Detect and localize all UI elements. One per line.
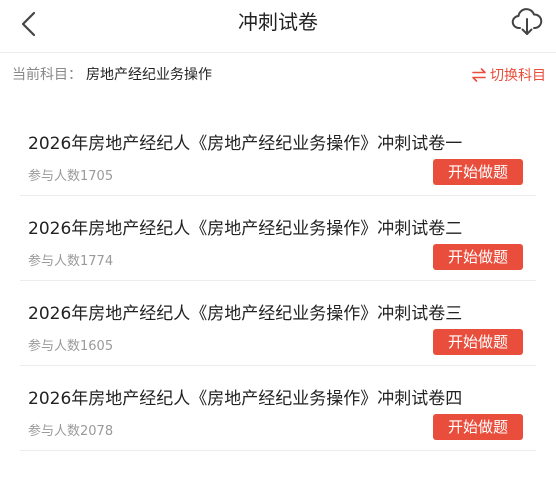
header-bar: 冲刺试卷: [0, 0, 556, 53]
paper-item[interactable]: 2026年房地产经纪人《房地产经纪业务操作》冲刺试卷二 参与人数1774 开始做…: [20, 196, 536, 281]
start-quiz-button[interactable]: 开始做题: [433, 159, 523, 185]
start-quiz-button[interactable]: 开始做题: [433, 414, 523, 440]
page: 冲刺试卷 当前科目： 房地产经纪业务操作 切换科目 2026年房地产经纪人《房地…: [0, 0, 556, 479]
swap-arrows-icon: [471, 67, 487, 83]
participant-count: 参与人数1774: [28, 254, 114, 269]
paper-item[interactable]: 2026年房地产经纪人《房地产经纪业务操作》冲刺试卷一 参与人数1705 开始做…: [20, 111, 536, 196]
switch-subject-button[interactable]: 切换科目: [471, 53, 546, 97]
paper-item[interactable]: 2026年房地产经纪人《房地产经纪业务操作》冲刺试卷四 参与人数2078 开始做…: [20, 366, 536, 451]
paper-item[interactable]: 2026年房地产经纪人《房地产经纪业务操作》冲刺试卷三 参与人数1605 开始做…: [20, 281, 536, 366]
paper-title: 2026年房地产经纪人《房地产经纪业务操作》冲刺试卷一: [28, 134, 463, 154]
subject-value: 房地产经纪业务操作: [86, 67, 212, 83]
switch-subject-label: 切换科目: [490, 68, 546, 84]
chevron-left-icon: [21, 11, 36, 37]
paper-title: 2026年房地产经纪人《房地产经纪业务操作》冲刺试卷二: [28, 219, 463, 239]
paper-list: 2026年房地产经纪人《房地产经纪业务操作》冲刺试卷一 参与人数1705 开始做…: [0, 111, 556, 451]
paper-title: 2026年房地产经纪人《房地产经纪业务操作》冲刺试卷四: [28, 389, 463, 409]
participant-count: 参与人数1605: [28, 339, 114, 354]
start-quiz-button[interactable]: 开始做题: [433, 244, 523, 270]
back-button[interactable]: [10, 6, 46, 42]
cloud-download-icon: [511, 8, 543, 35]
download-button[interactable]: [508, 4, 546, 40]
participant-count: 参与人数1705: [28, 169, 114, 184]
participant-count: 参与人数2078: [28, 424, 114, 439]
subject-label: 当前科目：: [12, 67, 82, 83]
page-title: 冲刺试卷: [238, 10, 318, 34]
subject-bar: 当前科目： 房地产经纪业务操作 切换科目: [0, 53, 556, 97]
start-quiz-button[interactable]: 开始做题: [433, 329, 523, 355]
paper-title: 2026年房地产经纪人《房地产经纪业务操作》冲刺试卷三: [28, 304, 463, 324]
